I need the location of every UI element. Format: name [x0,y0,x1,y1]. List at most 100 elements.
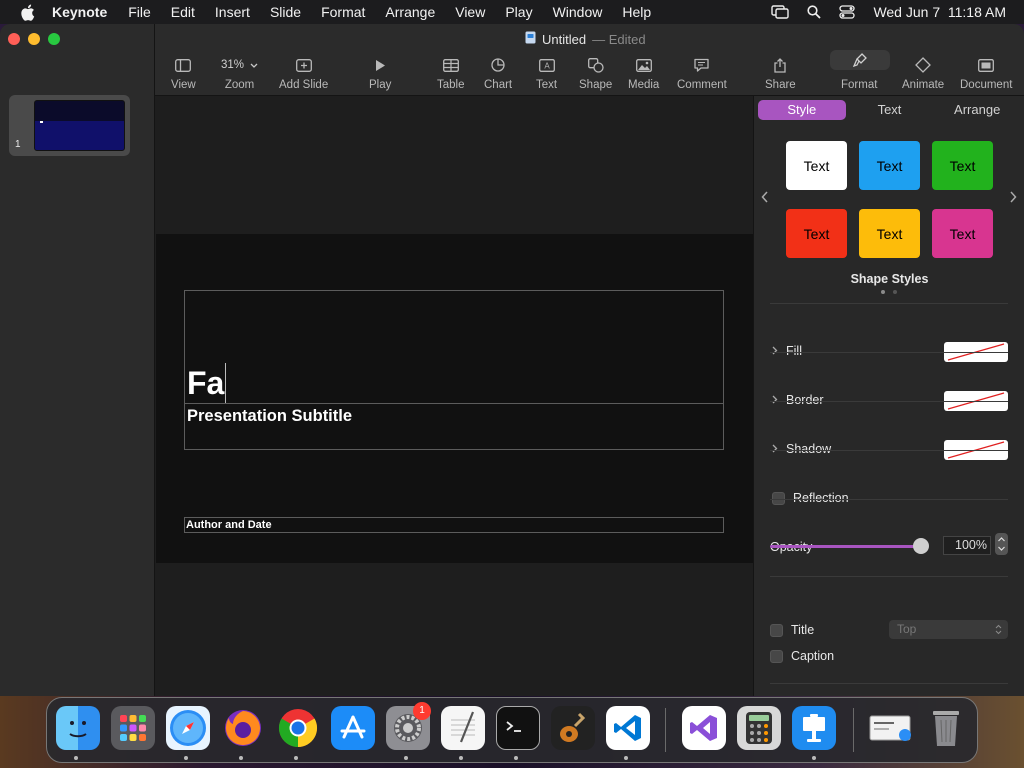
shape-button[interactable]: Shape [579,56,612,91]
menu-slide[interactable]: Slide [270,4,301,20]
fill-disclosure[interactable]: Fill [772,344,802,358]
format-button[interactable] [830,50,890,70]
view-button[interactable]: View [171,56,196,91]
apple-menu-icon[interactable] [18,3,36,21]
garageband-icon[interactable] [551,706,595,750]
document-button[interactable]: Document [960,56,1012,91]
fullscreen-window-button[interactable] [48,33,60,45]
vscode-icon[interactable] [606,706,650,750]
launchpad-icon[interactable] [111,706,155,750]
settings-running-indicator [404,756,408,760]
table-label: Table [437,79,465,91]
menu-window[interactable]: Window [553,4,603,20]
caption-row[interactable]: Caption [770,649,834,663]
text-button[interactable]: A Text [536,56,557,91]
trash-icon[interactable] [924,706,968,750]
play-button[interactable]: Play [369,56,391,91]
spotlight-search-icon[interactable] [807,5,822,19]
title-checkbox[interactable] [770,623,783,637]
zoom-label: Zoom [224,79,255,91]
document-name[interactable]: Untitled [542,32,586,47]
shape-style-white[interactable]: Text [786,141,847,190]
terminal-icon[interactable] [496,706,540,750]
chevron-left-icon[interactable] [761,190,769,208]
menu-edit[interactable]: Edit [171,4,195,20]
textedit-running-indicator [459,756,463,760]
reflection-row[interactable]: Reflection [772,491,849,505]
chrome-icon[interactable] [276,706,320,750]
document-inspector-icon [978,56,995,74]
tab-style[interactable]: Style [758,100,846,120]
media-button[interactable]: Media [628,56,659,91]
updown-chevron-icon [995,620,1002,645]
shape-style-pink[interactable]: Text [932,209,993,258]
slide-author: Author and Date [186,519,272,531]
menubar-clock[interactable]: Wed Jun 7 11:18 AM [873,4,1006,20]
view-label: View [171,79,196,91]
tab-text[interactable]: Text [846,100,934,120]
keynote-icon[interactable] [792,706,836,750]
zoom-dropdown[interactable]: 31% [221,56,258,74]
title-position-value: Top [897,622,917,636]
chart-button[interactable]: Chart [484,56,512,91]
reflection-checkbox[interactable] [772,491,785,505]
visual-studio-icon[interactable] [682,706,726,750]
sidebar-icon [175,56,192,74]
close-window-button[interactable] [8,33,20,45]
caption-checkbox[interactable] [770,649,783,663]
title-row[interactable]: Title [770,623,814,637]
border-disclosure[interactable]: Border [772,393,824,407]
menu-play[interactable]: Play [505,4,532,20]
menu-arrange[interactable]: Arrange [385,4,435,20]
page-indicator[interactable] [881,290,897,294]
animate-button[interactable]: Animate [902,56,944,91]
title-text-box[interactable]: Fa [184,290,724,404]
title-position-select[interactable]: Top [889,620,1008,639]
slide[interactable]: Fa Presentation Subtitle Author and Date [156,234,753,563]
chevron-right-icon[interactable] [1009,190,1017,208]
menu-view[interactable]: View [455,4,485,20]
shape-style-green[interactable]: Text [932,141,993,190]
minimize-window-button[interactable] [28,33,40,45]
preview-icon[interactable] [869,706,913,750]
chevron-down-icon [250,59,258,71]
slide-thumbnail[interactable] [34,100,125,151]
shape-style-red[interactable]: Text [786,209,847,258]
control-center-icon[interactable] [839,5,856,19]
slide-canvas[interactable]: Fa Presentation Subtitle Author and Date [156,96,753,696]
thumbnail-band [35,121,124,150]
app-store-icon[interactable] [331,706,375,750]
shadow-disclosure[interactable]: Shadow [772,442,831,456]
zoom-control[interactable]: 31% Zoom [221,56,258,91]
menu-insert[interactable]: Insert [215,4,250,20]
table-button[interactable]: Table [437,56,465,91]
opacity-slider-track[interactable] [770,545,920,548]
menu-file[interactable]: File [128,4,151,20]
shape-style-yellow[interactable]: Text [859,209,920,258]
slide-navigator: 1 [0,24,155,696]
textedit-icon[interactable] [441,706,485,750]
safari-icon[interactable] [166,706,210,750]
screen-mirroring-icon[interactable] [771,5,790,19]
text-cursor [225,363,227,403]
share-button[interactable]: Share [765,56,796,91]
menu-format[interactable]: Format [321,4,365,20]
add-slide-label: Add Slide [279,79,329,91]
subtitle-text-box[interactable]: Presentation Subtitle [184,403,724,450]
menu-help[interactable]: Help [622,4,651,20]
tab-arrange[interactable]: Arrange [933,100,1021,120]
document-status-text: Edited [608,31,646,47]
share-icon [774,56,786,74]
shape-style-blue[interactable]: Text [859,141,920,190]
firefox-icon[interactable] [221,706,265,750]
opacity-slider-knob[interactable] [913,538,929,554]
author-text-box[interactable]: Author and Date [184,517,724,533]
menu-keynote[interactable]: Keynote [52,4,107,20]
opacity-field[interactable]: 100% [943,536,991,555]
add-slide-button[interactable]: Add Slide [279,56,328,91]
opacity-stepper[interactable] [995,533,1008,555]
comment-button[interactable]: Comment [677,56,727,91]
calculator-icon[interactable] [737,706,781,750]
finder-icon[interactable] [56,706,100,750]
slide-title[interactable]: Fa [187,363,227,403]
